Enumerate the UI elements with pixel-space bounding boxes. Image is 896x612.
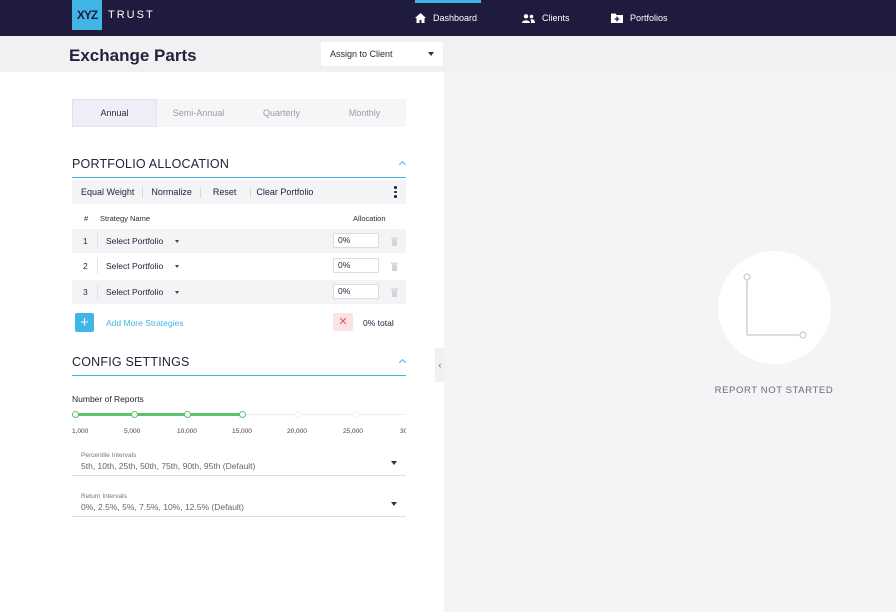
logo-badge[interactable]: XYZ [72,0,102,30]
clear-allocation-button[interactable]: ✕ [333,313,353,331]
users-icon [522,13,535,23]
percentile-intervals-label: Percentile Intervals [81,452,137,459]
page-title: Exchange Parts [69,46,197,65]
nav-clients-label: Clients [542,13,570,23]
caret-down-icon [175,265,179,268]
tick-label: 30,000 [400,428,406,435]
nav-portfolios-label: Portfolios [630,13,668,23]
assign-to-client-dropdown[interactable]: Assign to Client [321,42,443,66]
tick-label: 1,000 [72,428,89,435]
tick-label: 25,000 [343,428,363,435]
row-divider [97,258,98,274]
slider-tick-labels: 1,000 5,000 10,000 15,000 20,000 25,000 … [72,428,412,438]
plus-icon: + [80,314,89,331]
number-of-reports-label: Number of Reports [72,394,144,404]
slider-fill [74,413,243,416]
column-header-index: # [84,214,89,223]
slider-step-10000[interactable] [184,411,191,418]
nav-dashboard-label: Dashboard [433,13,478,23]
table-row: 2 Select Portfolio 0% [72,254,406,278]
section-divider [72,177,406,178]
trash-icon[interactable] [391,288,398,297]
column-header-strategy: Strategy Name [100,214,151,223]
assign-to-client-label: Assign to Client [330,49,393,59]
table-row: 1 Select Portfolio 0% [72,229,406,253]
caret-down-icon [175,291,179,294]
close-icon: ✕ [338,316,348,328]
row-divider [97,284,98,300]
row-divider [97,233,98,249]
equal-weight-button[interactable]: Equal Weight [72,186,144,198]
nav-dashboard[interactable]: Dashboard [408,0,481,36]
chevron-left-icon: ‹ [438,360,442,370]
tick-label: 10,000 [177,428,197,435]
return-intervals-value: 0%, 2.5%, 5%, 7.5%, 10%, 12.5% (Default) [81,502,245,512]
top-nav-bar: XYZ TRUST Dashboard Clients Portfolios [0,0,896,36]
tab-monthly[interactable]: Monthly [323,99,406,127]
tick-label: 5,000 [124,428,141,435]
slider-step-25000[interactable] [352,411,359,418]
row-index: 1 [83,236,88,246]
caret-down-icon [391,502,397,506]
allocation-toolbar: Equal Weight Normalize Reset Clear Portf… [72,180,406,204]
settings-panel [0,72,444,612]
empty-chart-icon [743,273,807,339]
slider-step-20000[interactable] [295,411,302,418]
more-options-icon[interactable] [394,186,397,198]
select-portfolio-dropdown[interactable]: Select Portfolio [106,261,163,271]
tab-quarterly[interactable]: Quarterly [240,99,323,127]
return-intervals-select[interactable]: Return Intervals 0%, 2.5%, 5%, 7.5%, 10%… [72,491,406,517]
brand-name: TRUST [108,9,155,21]
collapse-panel-handle[interactable]: ‹ [435,348,445,382]
column-header-allocation: Allocation [353,214,386,223]
select-portfolio-dropdown[interactable]: Select Portfolio [106,236,163,246]
section-divider [72,375,406,376]
return-intervals-label: Return Intervals [81,493,127,500]
folder-plus-icon [611,13,623,23]
select-portfolio-dropdown[interactable]: Select Portfolio [106,287,163,297]
home-icon [415,13,426,23]
tab-annual[interactable]: Annual [72,99,157,127]
tick-label: 15,000 [232,428,252,435]
number-of-reports-slider[interactable] [72,408,406,422]
slider-step-1000[interactable] [72,411,79,418]
allocation-total: 0% total [363,318,394,328]
slider-step-5000[interactable] [131,411,138,418]
allocation-input[interactable]: 0% [333,284,379,299]
row-index: 3 [83,287,88,297]
report-status-illustration [718,251,831,364]
caret-down-icon [428,52,434,56]
add-strategy-button[interactable]: + [75,313,94,332]
tab-semi-annual[interactable]: Semi-Annual [157,99,240,127]
portfolio-allocation-title: PORTFOLIO ALLOCATION [72,157,230,171]
row-index: 2 [83,261,88,271]
clear-portfolio-button[interactable]: Clear Portfolio [251,187,321,198]
tick-label: 20,000 [287,428,307,435]
trash-icon[interactable] [391,262,398,271]
caret-down-icon [175,240,179,243]
reset-button[interactable]: Reset [201,186,252,198]
config-settings-title: CONFIG SETTINGS [72,355,190,369]
table-row: 3 Select Portfolio 0% [72,280,406,304]
allocation-input[interactable]: 0% [333,258,379,273]
percentile-intervals-select[interactable]: Percentile Intervals 5th, 10th, 25th, 50… [72,450,406,476]
report-status-text: REPORT NOT STARTED [714,385,834,396]
nav-portfolios[interactable]: Portfolios [611,0,668,36]
add-more-strategies-link[interactable]: Add More Strategies [106,318,183,328]
frequency-tabs: Annual Semi-Annual Quarterly Monthly [72,99,406,127]
normalize-button[interactable]: Normalize [143,186,201,198]
percentile-intervals-value: 5th, 10th, 25th, 50th, 75th, 90th, 95th … [81,461,256,471]
trash-icon[interactable] [391,237,398,246]
allocation-input[interactable]: 0% [333,233,379,248]
slider-handle[interactable] [239,411,246,418]
nav-clients[interactable]: Clients [522,0,570,36]
caret-down-icon [391,461,397,465]
